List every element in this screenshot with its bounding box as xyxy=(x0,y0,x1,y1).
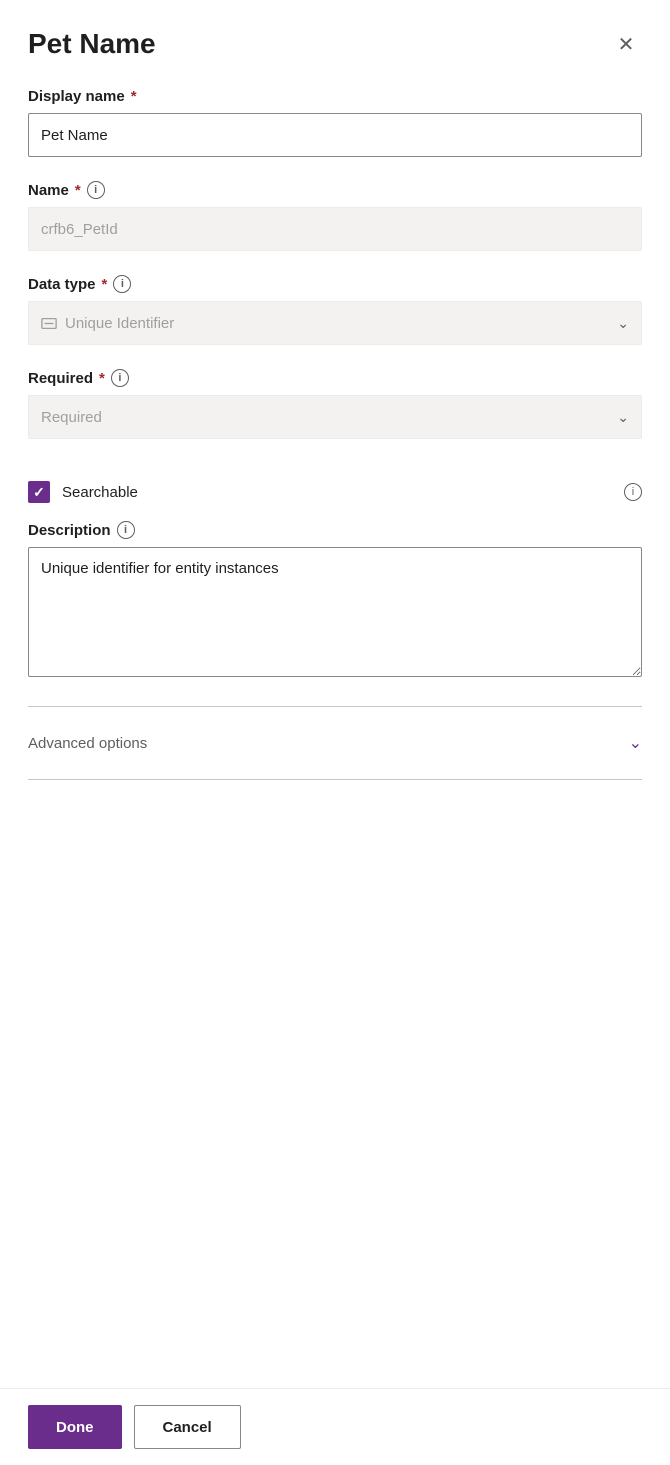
description-info-icon[interactable]: i xyxy=(117,521,135,539)
name-info-icon[interactable]: i xyxy=(87,181,105,199)
data-type-value: Unique Identifier xyxy=(65,315,174,332)
description-label: Description i xyxy=(28,521,642,539)
advanced-options-row[interactable]: Advanced options ⌄ xyxy=(28,715,642,771)
divider-top xyxy=(28,706,642,707)
name-group: Name * i crfb6_PetId xyxy=(28,181,642,251)
content-spacer xyxy=(28,788,642,988)
required-info-icon[interactable]: i xyxy=(111,369,129,387)
searchable-info-icon[interactable]: i xyxy=(624,483,642,501)
required-select[interactable]: Required ⌄ xyxy=(28,395,642,439)
name-input-disabled: crfb6_PetId xyxy=(28,207,642,251)
name-label: Name * i xyxy=(28,181,642,199)
data-type-required: * xyxy=(102,276,108,293)
panel-header: Pet Name ✕ xyxy=(28,28,642,60)
display-name-group: Display name * xyxy=(28,88,642,157)
data-type-chevron-icon: ⌄ xyxy=(617,315,629,332)
panel-title: Pet Name xyxy=(28,28,156,60)
required-select-inner: Required xyxy=(41,409,102,426)
required-label: Required * i xyxy=(28,369,642,387)
display-name-required: * xyxy=(131,88,137,105)
description-textarea[interactable]: Unique identifier for entity instances xyxy=(28,547,642,677)
display-name-input[interactable] xyxy=(28,113,642,157)
data-type-group: Data type * i Unique Identifier ⌄ xyxy=(28,275,642,345)
close-icon: ✕ xyxy=(618,32,635,57)
advanced-options-label: Advanced options xyxy=(28,735,147,752)
searchable-checkbox[interactable]: ✓ xyxy=(28,481,50,503)
done-button[interactable]: Done xyxy=(28,1405,122,1449)
required-chevron-icon: ⌄ xyxy=(617,409,629,426)
panel: Pet Name ✕ Display name * Name * i c xyxy=(0,0,670,1465)
panel-body: Pet Name ✕ Display name * Name * i c xyxy=(0,0,670,1388)
required-value: Required xyxy=(41,409,102,426)
data-type-info-icon[interactable]: i xyxy=(113,275,131,293)
name-required: * xyxy=(75,182,81,199)
check-icon: ✓ xyxy=(33,484,45,501)
required-star: * xyxy=(99,370,105,387)
unique-identifier-icon xyxy=(41,315,57,331)
searchable-label: Searchable xyxy=(62,484,138,501)
advanced-options-chevron-icon: ⌄ xyxy=(629,733,642,753)
data-type-label: Data type * i xyxy=(28,275,642,293)
divider-bottom xyxy=(28,779,642,780)
data-type-select-inner: Unique Identifier xyxy=(41,315,174,332)
required-group: Required * i Required ⌄ xyxy=(28,369,642,439)
display-name-label: Display name * xyxy=(28,88,642,105)
description-group: Description i Unique identifier for enti… xyxy=(28,521,642,682)
data-type-select[interactable]: Unique Identifier ⌄ xyxy=(28,301,642,345)
cancel-button[interactable]: Cancel xyxy=(134,1405,241,1449)
panel-footer: Done Cancel xyxy=(0,1388,670,1465)
searchable-row: ✓ Searchable i xyxy=(28,463,642,521)
searchable-left: ✓ Searchable xyxy=(28,481,138,503)
close-button[interactable]: ✕ xyxy=(610,28,642,60)
